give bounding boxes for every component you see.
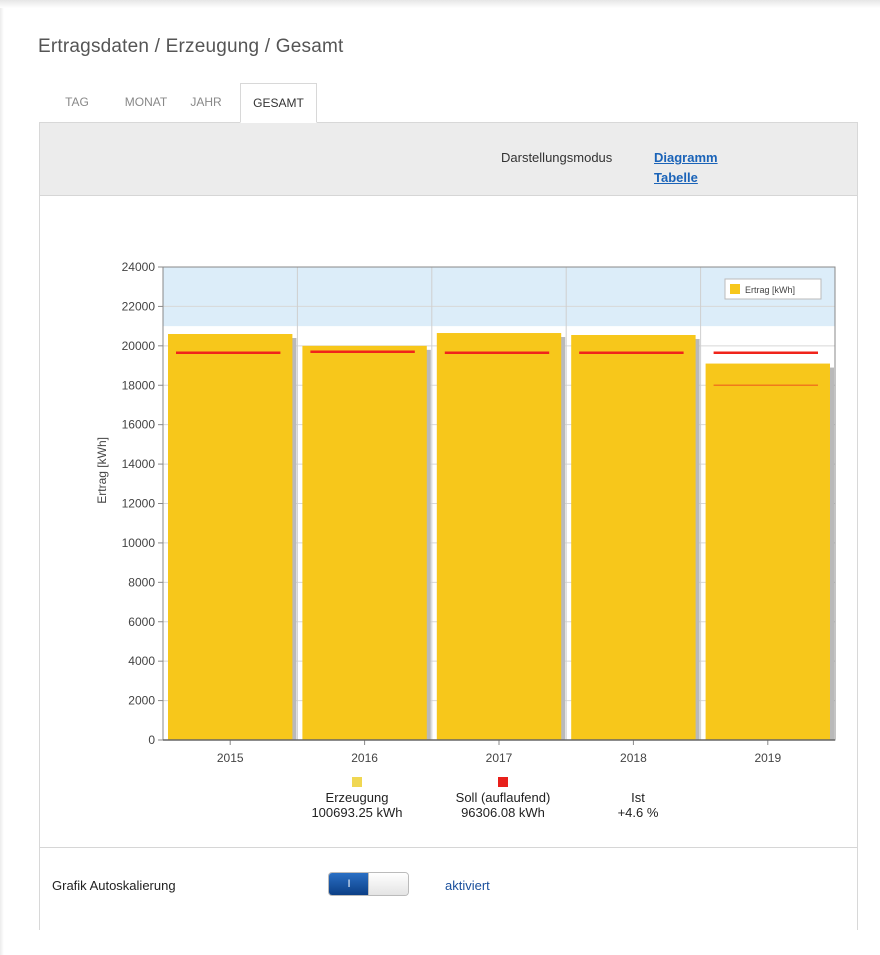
summary-target-swatch bbox=[498, 777, 508, 787]
summary-generation-swatch bbox=[352, 777, 362, 787]
summary-target-label: Soll (auflaufend) bbox=[455, 790, 551, 805]
y-tick-label: 10000 bbox=[122, 536, 156, 550]
content-panel: Darstellungsmodus Diagramm Tabelle 0 2000… bbox=[39, 122, 858, 930]
y-tick-label: 22000 bbox=[122, 299, 156, 313]
y-tick-label: 8000 bbox=[128, 575, 155, 589]
y-tick-label: 6000 bbox=[128, 615, 155, 629]
tab-gesamt[interactable]: GESAMT bbox=[240, 83, 317, 123]
y-axis-label: Ertrag [kWh] bbox=[95, 437, 109, 504]
page-title: Ertragsdaten / Erzeugung / Gesamt bbox=[38, 36, 344, 57]
legend-swatch bbox=[730, 284, 740, 294]
summary-actual: Ist +4.6 % bbox=[588, 790, 688, 820]
summary-actual-label: Ist bbox=[631, 790, 645, 805]
autoscale-label: Grafik Autoskalierung bbox=[52, 878, 176, 893]
summary-generation-value: 100693.25 kWh bbox=[311, 805, 403, 820]
x-tick-label: 2019 bbox=[754, 751, 781, 765]
summary-target-value: 96306.08 kWh bbox=[461, 805, 545, 820]
summary-target: Soll (auflaufend) 96306.08 kWh bbox=[433, 777, 573, 820]
autoscale-state: aktiviert bbox=[445, 878, 490, 893]
summary-generation-label: Erzeugung bbox=[325, 790, 389, 805]
bar bbox=[168, 334, 293, 740]
y-tick-label: 16000 bbox=[122, 418, 156, 432]
legend-label: Ertrag [kWh] bbox=[745, 285, 795, 295]
x-tick-label: 2015 bbox=[217, 751, 244, 765]
tab-jahr[interactable]: JAHR bbox=[186, 83, 226, 123]
bar bbox=[436, 333, 562, 740]
y-tick-label: 12000 bbox=[122, 497, 156, 511]
toggle-knob bbox=[368, 873, 408, 895]
x-tick-label: 2016 bbox=[351, 751, 378, 765]
y-tick-label: 2000 bbox=[128, 694, 155, 708]
summary-generation: Erzeugung 100693.25 kWh bbox=[287, 777, 427, 820]
bar bbox=[302, 345, 427, 740]
left-edge bbox=[0, 8, 4, 955]
y-tick-label: 18000 bbox=[122, 378, 156, 392]
bar bbox=[705, 363, 830, 740]
y-tick-label: 4000 bbox=[128, 654, 155, 668]
x-tick-label: 2018 bbox=[620, 751, 647, 765]
top-shadow bbox=[0, 0, 880, 8]
toggle-on-indicator: I bbox=[329, 873, 369, 895]
yield-chart: 0 2000 4000 6000 8000 10000 12000 14000 16000 180… bbox=[95, 260, 836, 765]
y-tick-label: 14000 bbox=[122, 457, 156, 471]
y-tick-label: 24000 bbox=[122, 260, 156, 274]
tab-tag[interactable]: TAG bbox=[58, 83, 96, 123]
tab-monat[interactable]: MONAT bbox=[116, 83, 176, 123]
x-tick-label: 2017 bbox=[486, 751, 513, 765]
summary-actual-value: +4.6 % bbox=[617, 805, 659, 820]
autoscale-toggle[interactable]: I bbox=[328, 872, 409, 896]
bar bbox=[571, 334, 696, 740]
autoscale-bar: Grafik Autoskalierung I aktiviert bbox=[40, 847, 857, 930]
y-tick-label: 0 bbox=[148, 733, 155, 747]
y-tick-label: 20000 bbox=[122, 339, 156, 353]
